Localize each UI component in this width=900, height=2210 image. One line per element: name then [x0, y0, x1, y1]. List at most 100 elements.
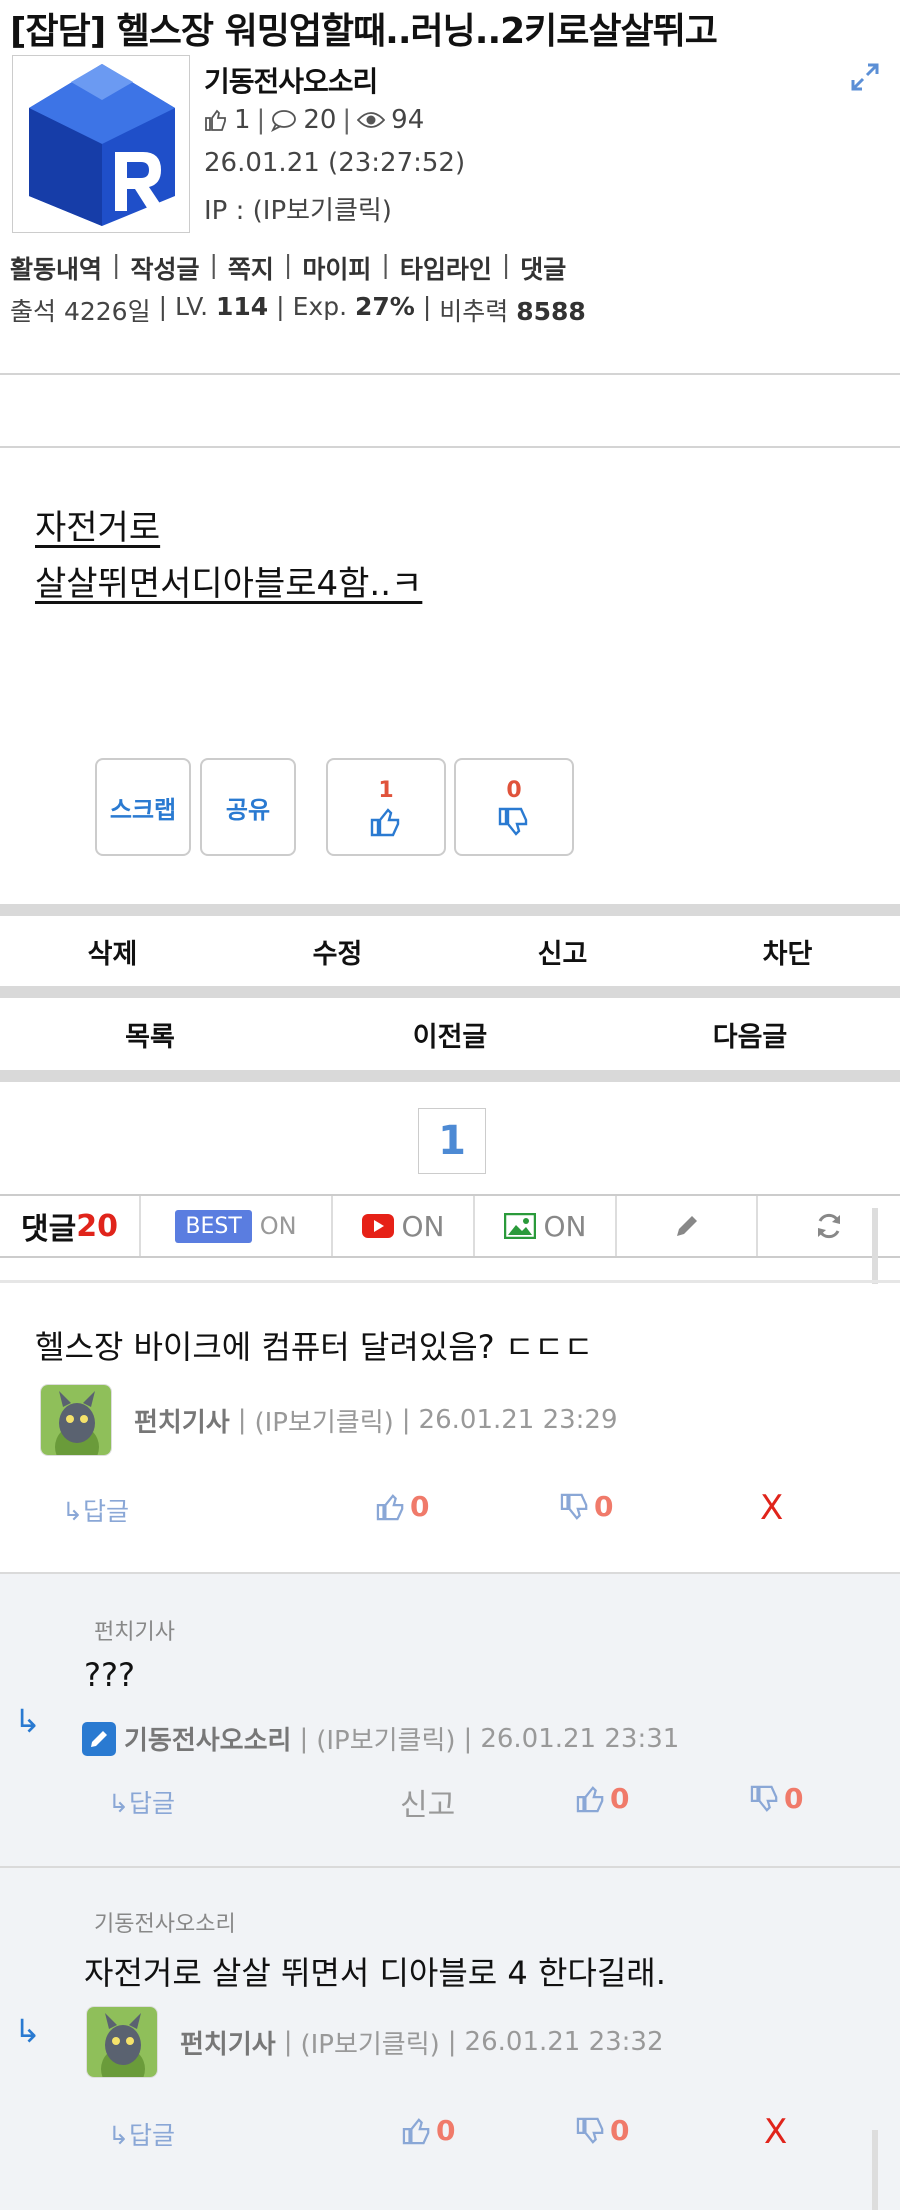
link-timeline[interactable]: 타임라인 — [400, 250, 492, 286]
edit-button[interactable]: 수정 — [225, 932, 450, 971]
comment-meta: 기동전사오소리 | (IP보기클릭) | 26.01.21 23:31 — [82, 1720, 679, 1757]
comment-nick[interactable]: 펀치기사 — [134, 1402, 230, 1439]
share-button[interactable]: 공유 — [200, 758, 296, 856]
thumbs-up-icon — [402, 2117, 430, 2144]
comment-dislike-button[interactable]: 0 — [576, 2114, 629, 2147]
comment-nick[interactable]: 기동전사오소리 — [124, 1720, 291, 1757]
best-toggle[interactable]: BEST ON — [141, 1196, 333, 1256]
link-activity[interactable]: 활동내역 — [10, 250, 102, 286]
power-label: 비추력 — [439, 297, 509, 326]
post-ip[interactable]: IP : (IP보기클릭) — [204, 190, 392, 227]
prev-post-button[interactable]: 이전글 — [300, 1015, 600, 1054]
reply-to-nick: 펀치기사 — [94, 1620, 175, 1645]
thumbs-down-icon — [576, 2117, 604, 2144]
upvote-button[interactable]: 1 — [326, 758, 446, 856]
image-icon — [503, 1213, 536, 1239]
reply-arrow-icon: ↳ — [14, 2012, 41, 2050]
comment-delete-button[interactable]: X — [764, 2112, 787, 2152]
divider — [0, 373, 900, 375]
comment-count-label: 댓글 20 — [0, 1196, 141, 1256]
comment-count: 20 — [76, 1208, 118, 1244]
attendance: 출석 4226일 — [10, 297, 151, 326]
comment-like-button[interactable]: 0 — [376, 1490, 429, 1523]
thumbs-up-icon — [205, 109, 226, 131]
link-message[interactable]: 쪽지 — [228, 250, 274, 286]
comment-delete-button[interactable]: X — [760, 1488, 783, 1528]
comment-like-count: 0 — [610, 1782, 630, 1815]
comment-nick[interactable]: 펀치기사 — [180, 2024, 276, 2061]
post-nav: 목록 이전글 다음글 — [0, 998, 900, 1070]
block-button[interactable]: 차단 — [675, 932, 900, 971]
exp-value: 27% — [354, 292, 415, 321]
thumbs-down-icon — [750, 1785, 778, 1812]
comment-dislike-button[interactable]: 0 — [750, 1782, 803, 1815]
reply-button[interactable]: ↳답글 — [108, 1784, 175, 1820]
comment-text: 자전거로 살살 뛰면서 디아블로 4 한다길래. — [84, 1954, 666, 1992]
comment-dislike-button[interactable]: 0 — [560, 1490, 613, 1523]
scrollbar[interactable] — [872, 2130, 878, 2210]
reply-button[interactable]: ↳답글 — [62, 1492, 129, 1528]
section-band — [0, 1070, 900, 1082]
best-state: ON — [259, 1212, 297, 1240]
list-button[interactable]: 목록 — [0, 1015, 300, 1054]
report-button[interactable]: 신고 — [450, 932, 675, 971]
post-actions: 삭제 수정 신고 차단 — [0, 916, 900, 986]
thumbs-down-icon — [560, 1493, 588, 1520]
link-posts[interactable]: 작성글 — [130, 250, 199, 286]
post-stats: 1 | 20 | 94 — [204, 105, 424, 135]
comment-page-number[interactable]: 1 — [418, 1108, 486, 1174]
image-state: ON — [543, 1209, 587, 1243]
comment-like-button[interactable]: 0 — [402, 2114, 455, 2147]
post-view-count: 94 — [391, 105, 425, 135]
video-toggle[interactable]: ON — [333, 1196, 475, 1256]
user-links: 활동내역 | 작성글 | 쪽지 | 마이피 | 타임라인 | 댓글 — [10, 250, 567, 286]
link-comments[interactable]: 댓글 — [520, 250, 566, 286]
post-datetime: 26.01.21 (23:27:52) — [204, 148, 466, 178]
thumbs-up-icon — [370, 807, 400, 836]
comment-like-count: 0 — [436, 2114, 456, 2147]
divider — [0, 1866, 900, 1868]
author-name[interactable]: 기동전사오소리 — [204, 60, 378, 100]
reply-button[interactable]: ↳답글 — [108, 2116, 175, 2152]
delete-button[interactable]: 삭제 — [0, 932, 225, 971]
comment-like-button[interactable]: 0 — [576, 1782, 629, 1815]
comment-ip[interactable]: (IP보기클릭) — [254, 1402, 393, 1439]
comment-meta: 펀치기사 | (IP보기클릭) | 26.01.21 23:32 — [86, 2006, 664, 2078]
commenter-avatar-icon — [41, 1385, 111, 1455]
pencil-icon — [676, 1216, 697, 1236]
comment-ip[interactable]: (IP보기클릭) — [300, 2024, 439, 2061]
avatar[interactable] — [40, 1384, 112, 1456]
image-toggle[interactable]: ON — [475, 1196, 617, 1256]
expand-icon[interactable] — [850, 62, 880, 92]
comment-dislike-count: 0 — [594, 1490, 614, 1523]
next-post-button[interactable]: 다음글 — [600, 1015, 900, 1054]
reply-arrow-icon: ↳ — [14, 1702, 41, 1740]
divider: | — [342, 105, 352, 135]
level-value: 114 — [215, 292, 269, 321]
best-badge: BEST — [175, 1209, 252, 1243]
write-comment-button[interactable] — [617, 1196, 758, 1256]
author-avatar[interactable] — [12, 55, 190, 233]
scrollbar[interactable] — [872, 1208, 878, 1284]
comment-date: 26.01.21 23:29 — [418, 1405, 618, 1435]
section-band — [0, 904, 900, 916]
comment-like-count: 0 — [410, 1490, 430, 1523]
comment-report-button[interactable]: 신고 — [400, 1780, 455, 1824]
refresh-icon — [818, 1213, 840, 1239]
section-band — [0, 986, 900, 998]
commenter-avatar-icon — [87, 2007, 157, 2077]
thumbs-down-icon — [498, 807, 528, 836]
downvote-button[interactable]: 0 — [454, 758, 574, 856]
post-body-line-1: 자전거로 — [35, 508, 161, 548]
comment-ip[interactable]: (IP보기클릭) — [316, 1720, 455, 1757]
link-mypi[interactable]: 마이피 — [302, 250, 371, 286]
scrap-button[interactable]: 스크랩 — [95, 758, 191, 856]
comment-date: 26.01.21 23:31 — [480, 1723, 680, 1754]
comment-text: 헬스장 바이크에 컴퓨터 달려있음? ㄷㄷㄷ — [35, 1328, 594, 1366]
refresh-button[interactable] — [758, 1196, 900, 1256]
divider — [0, 1572, 900, 1574]
comment-dislike-count: 0 — [784, 1782, 804, 1815]
avatar[interactable] — [86, 2006, 158, 2078]
post-body-line-2: 살살뛰면서디아블로4함..ㅋ — [35, 564, 423, 604]
upvote-count: 1 — [378, 777, 394, 803]
